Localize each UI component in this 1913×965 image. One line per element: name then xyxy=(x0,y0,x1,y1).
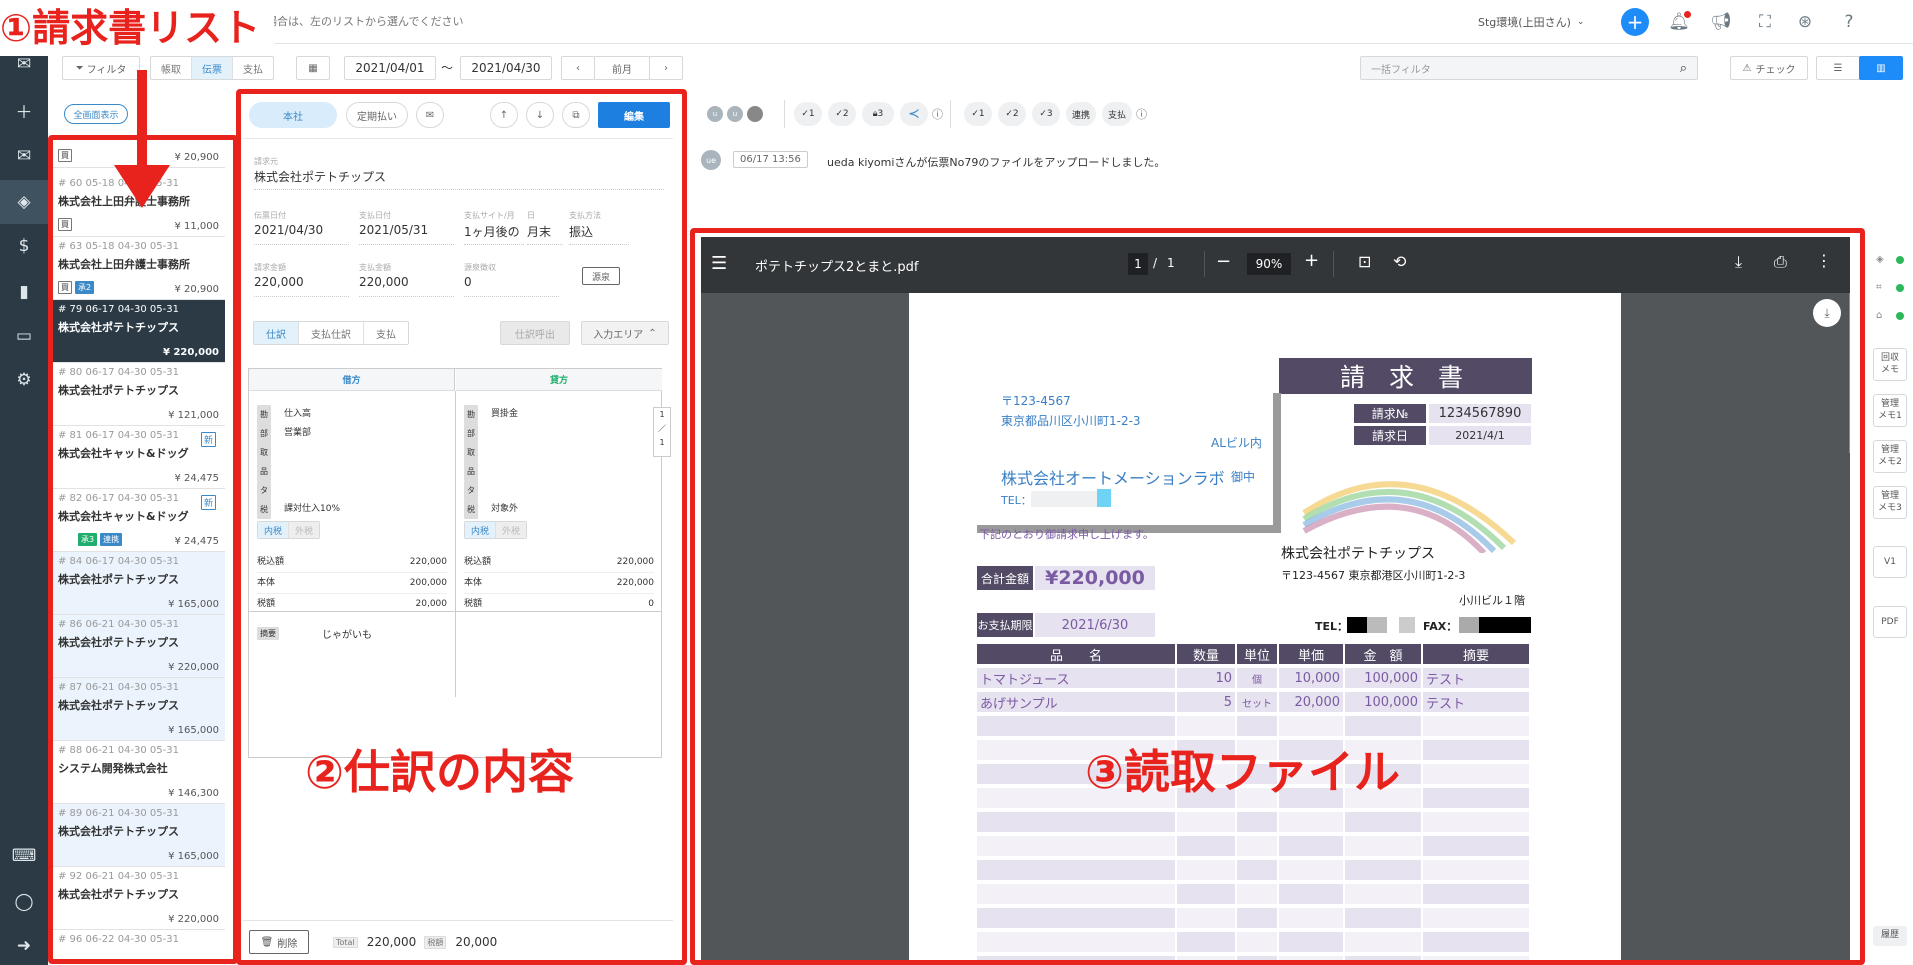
help-icon[interactable]: ? xyxy=(1836,9,1862,35)
approve-step[interactable]: ✓ 2 xyxy=(998,102,1026,126)
approve-step[interactable]: ✓ 3 xyxy=(1032,102,1060,126)
warning-icon: ⚠ xyxy=(1742,62,1752,74)
status-dot xyxy=(1896,284,1904,292)
keyboard-icon[interactable]: ⌨ xyxy=(12,844,37,868)
pdf-button[interactable]: PDF xyxy=(1873,606,1907,638)
divider xyxy=(950,100,951,128)
search-icon: ⌕ xyxy=(1679,60,1687,76)
status-dot xyxy=(1896,312,1904,320)
layers-icon[interactable]: ◈ xyxy=(0,180,48,224)
info-icon[interactable]: ⓘ xyxy=(932,106,943,122)
approve-step[interactable]: ✓ 2 xyxy=(828,102,856,126)
support-icon[interactable]: ⊛ xyxy=(1792,9,1818,35)
share-icon[interactable]: ≺ xyxy=(900,102,928,126)
date-separator: 〜 xyxy=(441,61,454,75)
avatar[interactable] xyxy=(747,106,763,122)
date-to-input[interactable]: 2021/04/30 xyxy=(460,56,552,80)
approve-step-lock[interactable]: 🔒︎ 3 xyxy=(862,102,894,126)
annotation-label-journal: ②仕訳の内容 xyxy=(305,745,574,799)
annotation-box-list xyxy=(48,135,238,964)
mail-check-icon[interactable]: ✉ xyxy=(12,144,36,168)
layers-status-icon: ◈ xyxy=(1876,254,1884,265)
avatar[interactable]: u xyxy=(707,106,723,122)
annotation-arrow xyxy=(114,70,170,208)
user-menu[interactable]: Stg環境(上田さん) ⌄ xyxy=(1478,14,1584,30)
admin-memo2-button[interactable]: 管理 メモ2 xyxy=(1873,440,1907,474)
filter-icon: ⏷ xyxy=(75,62,84,74)
calendar-icon[interactable]: ▦ xyxy=(296,56,330,80)
approval-group-1: ✓ 1 ✓ 2 🔒︎ 3 ≺ ⓘ xyxy=(794,102,943,126)
date-from-input[interactable]: 2021/04/01 xyxy=(344,56,436,80)
right-rail: ◈ ⌗ ⌂ 回収 メモ 管理 メモ1 管理 メモ2 管理 メモ3 V1 PDF … xyxy=(1866,230,1913,965)
check-label: チェック xyxy=(1755,64,1796,76)
search-placeholder: 一括フィルタ xyxy=(1371,64,1431,76)
activity-area: u u ✓ 1 ✓ 2 🔒︎ 3 ≺ ⓘ ✓ 1 ✓ 2 ✓ 3 連携 支払 ⓘ ue 06… xyxy=(686,92,1866,228)
tab-payment[interactable]: 支払 xyxy=(233,57,273,79)
check-button[interactable]: ⚠ チェック xyxy=(1730,56,1808,80)
list-view-icon[interactable]: ☰ xyxy=(1816,56,1860,80)
version-button[interactable]: V1 xyxy=(1873,546,1907,578)
approval-group-2: ✓ 1 ✓ 2 ✓ 3 連携 支払 ⓘ xyxy=(964,102,1147,126)
left-navigation: ✉ ＋ ✉ ◈ $ ▮ ▭ ⚙ ⌨ ◯ ➜ xyxy=(0,0,48,965)
logout-icon[interactable]: ➜ xyxy=(12,934,36,958)
admin-memo1-button[interactable]: 管理 メモ1 xyxy=(1873,394,1907,428)
history-button[interactable]: 履歴 xyxy=(1873,926,1907,946)
annotation-label-file: ③読取ファイル xyxy=(1085,745,1400,799)
scan-status-icon: ⌗ xyxy=(1876,282,1882,293)
prev-month-button[interactable]: 前月 xyxy=(594,56,650,80)
annotation-label-list: ①請求書リスト xyxy=(0,0,275,56)
next-arrow-icon[interactable]: › xyxy=(649,56,683,80)
approve-step[interactable]: ✓ 1 xyxy=(794,102,822,126)
avatar: ue xyxy=(701,150,721,170)
gear-icon[interactable]: ⚙ xyxy=(12,368,36,392)
admin-memo3-button[interactable]: 管理 メモ3 xyxy=(1873,486,1907,520)
pay-button[interactable]: 支払 xyxy=(1102,102,1132,126)
chart-icon[interactable]: ▮ xyxy=(12,280,36,304)
activity-timestamp: 06/17 13:56 xyxy=(733,151,808,168)
split-view-icon[interactable]: ▥ xyxy=(1859,56,1903,80)
add-button[interactable]: + xyxy=(1621,8,1649,36)
search-input[interactable]: 一括フィルタ ⌕ xyxy=(1360,56,1698,80)
add-icon[interactable]: ＋ xyxy=(12,98,36,123)
book-icon[interactable]: ▭ xyxy=(12,324,36,348)
activity-message: ueda kiyomiさんが伝票No79のファイルをアップロードしました。 xyxy=(827,156,1166,169)
user-name: Stg環境(上田さん) xyxy=(1478,16,1571,29)
megaphone-icon[interactable]: 📢︎ xyxy=(1708,9,1734,35)
user-icon[interactable]: ◯ xyxy=(12,890,36,914)
approve-step[interactable]: ✓ 1 xyxy=(964,102,992,126)
top-bar: 請求書を確認する場合は、左のリストから選んでください Stg環境(上田さん) ⌄… xyxy=(48,0,1913,44)
link-button[interactable]: 連携 xyxy=(1066,102,1096,126)
info-icon[interactable]: ⓘ xyxy=(1136,106,1147,122)
bank-status-icon: ⌂ xyxy=(1876,310,1883,321)
notification-dot xyxy=(1684,11,1691,18)
avatar[interactable]: u xyxy=(727,106,743,122)
dollar-icon[interactable]: $ xyxy=(12,234,36,258)
prev-arrow-icon[interactable]: ‹ xyxy=(561,56,595,80)
chevron-down-icon: ⌄ xyxy=(1576,17,1585,27)
collection-memo-button[interactable]: 回収 メモ xyxy=(1873,348,1907,382)
divider xyxy=(784,100,785,128)
status-dot xyxy=(1896,256,1904,264)
annotation-box-file xyxy=(690,228,1865,965)
annotation-box-journal xyxy=(236,89,687,965)
fullscreen-icon[interactable]: ⛶ xyxy=(1752,9,1778,35)
tab-voucher[interactable]: 伝票 xyxy=(192,57,233,79)
